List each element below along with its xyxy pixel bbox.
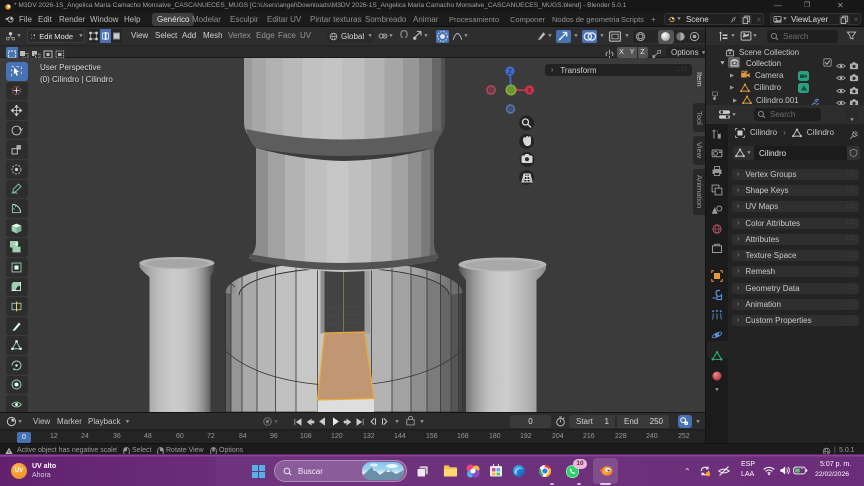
svg-text:Z: Z <box>508 70 512 76</box>
svg-text:X: X <box>527 89 531 95</box>
